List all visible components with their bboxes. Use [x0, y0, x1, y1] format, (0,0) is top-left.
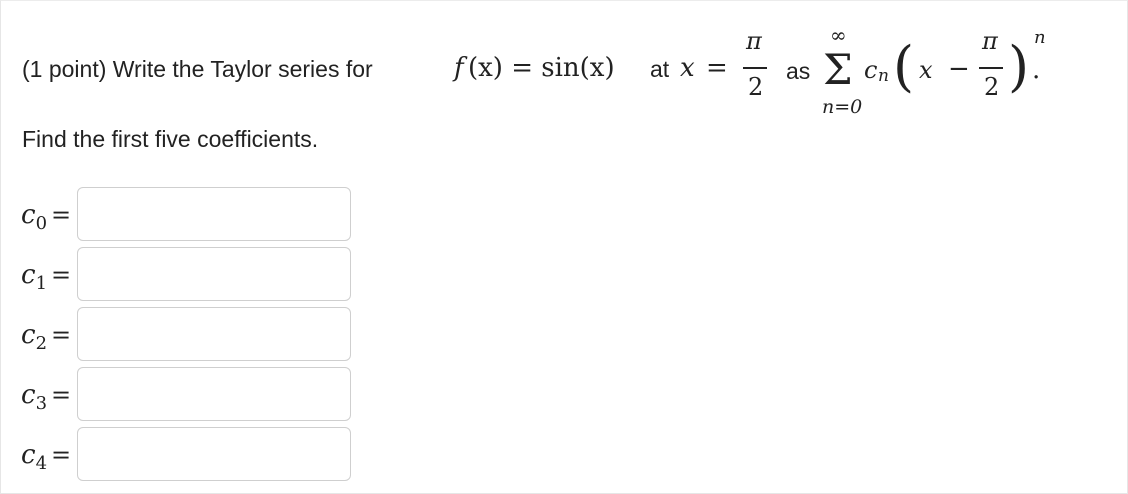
coefficient-subscript-n: n: [878, 66, 889, 86]
c3-input[interactable]: [77, 367, 351, 421]
c0-input[interactable]: [77, 187, 351, 241]
paren-x: x: [919, 56, 933, 84]
at-variable: x: [680, 53, 695, 83]
at-equals: =: [706, 53, 728, 83]
exponent-n: n: [1034, 27, 1046, 48]
function-definition: (x) = sin(x): [468, 53, 615, 83]
coefficient-row-c1: c1 =: [1, 247, 401, 303]
equals-sign: =: [51, 441, 72, 469]
fraction-numerator-pi: π: [746, 27, 762, 55]
minus-sign: −: [948, 54, 970, 84]
coefficient-row-c4: c4 =: [1, 427, 401, 483]
inner-fraction-bar: [979, 67, 1003, 69]
c2-input[interactable]: [77, 307, 351, 361]
instruction-text: Find the first five coefficients.: [22, 126, 319, 152]
c1-input[interactable]: [77, 247, 351, 301]
coefficient-label: c4: [21, 440, 48, 474]
fraction-denominator-two: 2: [748, 73, 764, 101]
equals-sign: =: [51, 381, 72, 409]
sum-lower-limit: n=0: [822, 96, 863, 118]
summation-symbol: Σ: [823, 45, 853, 94]
coefficient-c: c: [864, 56, 878, 84]
coefficient-row-c3: c3 =: [1, 367, 401, 423]
problem-statement: (1 point) Write the Taylor series for f …: [22, 23, 1122, 123]
period: .: [1032, 55, 1041, 85]
at-text: at: [650, 56, 670, 82]
coefficient-row-c2: c2 =: [1, 307, 401, 363]
problem-panel: (1 point) Write the Taylor series for f …: [0, 0, 1128, 494]
as-text: as: [786, 58, 811, 84]
fraction-bar: [743, 67, 767, 69]
inner-fraction-numerator-pi: π: [982, 27, 998, 55]
coefficient-row-c0: c0 =: [1, 187, 401, 243]
coefficient-label: c2: [21, 320, 48, 354]
left-paren: (: [893, 35, 915, 98]
coefficient-label: c0: [21, 200, 48, 234]
c4-input[interactable]: [77, 427, 351, 481]
sum-upper-limit: ∞: [830, 23, 847, 47]
coefficient-label: c1: [21, 260, 48, 294]
function-name: f: [454, 53, 464, 83]
right-paren: ): [1008, 35, 1030, 98]
equals-sign: =: [51, 321, 72, 349]
coefficient-label: c3: [21, 380, 48, 414]
equals-sign: =: [51, 201, 72, 229]
problem-intro-text: (1 point) Write the Taylor series for: [22, 56, 373, 82]
inner-fraction-denominator-two: 2: [984, 73, 1000, 101]
equals-sign: =: [51, 261, 72, 289]
